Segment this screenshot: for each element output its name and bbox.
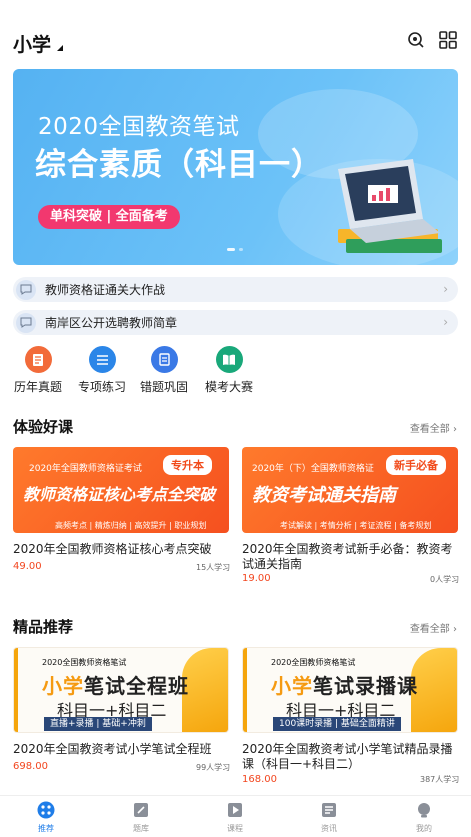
tab-courses[interactable]: 课程 <box>205 801 265 834</box>
promo-banner[interactable]: 2020全国教资笔试 综合素质（科目一） 单科突破 | 全面备考 <box>13 69 458 265</box>
view-all-link[interactable]: 查看全部 › <box>410 420 457 435</box>
play-icon <box>226 801 244 819</box>
tab-label: 课程 <box>227 824 243 833</box>
quick-link-mock-exam[interactable]: 模考大赛 <box>189 346 269 395</box>
caret-down-icon <box>57 44 64 51</box>
cover-features: 100课时录播 | 基础全面精讲 <box>273 717 401 731</box>
cover-title: 小学笔试录播课 <box>271 674 418 698</box>
notebook-icon <box>150 346 178 373</box>
section-title: 体验好课 <box>13 418 74 436</box>
headset-icon[interactable] <box>407 31 425 49</box>
message-icon <box>16 279 36 300</box>
user-icon <box>415 801 433 819</box>
course-title[interactable]: 2020年全国教资考试新手必备：教资考试通关指南 <box>242 542 460 572</box>
course-cover[interactable]: 2020全国教师资格笔试 小学笔试录播课 科目一+科目二 100课时录播 | 基… <box>242 647 458 733</box>
learner-count: 99人学习 <box>196 763 231 772</box>
grade-selector[interactable]: 小学 <box>13 30 64 57</box>
cover-features: 考试解读 | 考情分析 | 考证流程 | 备考规划 <box>280 521 432 530</box>
learner-count: 387人学习 <box>420 775 460 784</box>
cover-decoration <box>243 648 247 732</box>
grid-menu-icon[interactable] <box>439 31 457 49</box>
tab-label: 推荐 <box>38 824 54 833</box>
tab-label: 资讯 <box>321 824 337 833</box>
bottom-tab-bar: 推荐 题库 课程 资讯 我的 <box>0 795 471 837</box>
chevron-right-icon: › <box>443 315 448 329</box>
cover-features: 高频考点 | 精炼归纳 | 高效提升 | 职业规划 <box>55 521 207 530</box>
header-actions <box>407 31 457 49</box>
course-price: 49.00 <box>13 561 42 572</box>
chevron-right-icon: › <box>443 282 448 296</box>
course-title[interactable]: 2020年全国教资考试小学笔试精品录播课（科目一+科目二） <box>242 742 460 772</box>
tab-profile[interactable]: 我的 <box>394 801 454 834</box>
section-title: 精品推荐 <box>13 618 74 636</box>
notice-text: 教师资格证通关大作战 <box>45 283 166 297</box>
notice-item[interactable]: 教师资格证通关大作战 › <box>13 277 458 302</box>
news-icon <box>320 801 338 819</box>
cover-subtitle: 2020全国教师资格笔试 <box>271 658 356 667</box>
laptop-books-illustration <box>338 159 442 253</box>
list-icon <box>88 346 116 373</box>
course-cover[interactable]: 2020年全国教师资格证考试 专升本 教师资格证核心考点全突破 高频考点 | 精… <box>13 447 229 533</box>
banner-pager <box>227 248 243 251</box>
tab-label: 我的 <box>416 824 432 833</box>
notice-item[interactable]: 南岸区公开选聘教师简章 › <box>13 310 458 335</box>
book-icon <box>215 346 243 373</box>
banner-line1: 2020全国教资笔试 <box>38 114 240 140</box>
course-cover[interactable]: 2020全国教师资格笔试 小学笔试全程班 科目一+科目二 直播+录播 | 基础+… <box>13 647 229 733</box>
grade-label: 小学 <box>13 34 52 56</box>
top-bar: 小学 <box>0 0 471 62</box>
learner-count: 15人学习 <box>196 563 231 572</box>
quick-links: 历年真题 专项练习 错题巩固 模考大赛 <box>0 346 471 400</box>
cover-subtitle: 2020年（下）全国教师资格证 <box>252 464 374 474</box>
notice-text: 南岸区公开选聘教师简章 <box>45 316 178 330</box>
quick-link-label: 模考大赛 <box>204 380 253 394</box>
learner-count: 0人学习 <box>430 575 460 584</box>
tab-question-bank[interactable]: 题库 <box>111 801 171 834</box>
cover-decoration <box>14 648 18 732</box>
message-icon <box>16 312 36 333</box>
banner-tag: 单科突破 | 全面备考 <box>38 205 180 229</box>
course-title[interactable]: 2020年全国教资考试小学笔试全程班 <box>13 742 231 757</box>
cover-badge: 专升本 <box>163 455 212 475</box>
cover-subtitle: 2020年全国教师资格证考试 <box>29 464 142 474</box>
tab-recommend[interactable]: 推荐 <box>16 801 76 834</box>
home-icon <box>37 801 55 819</box>
cover-title: 教资考试通关指南 <box>252 485 396 506</box>
course-price: 168.00 <box>242 774 277 785</box>
cover-subtitle: 2020全国教师资格笔试 <box>42 658 127 667</box>
banner-line2: 综合素质（科目一） <box>35 147 323 183</box>
cover-badge: 新手必备 <box>386 455 446 475</box>
cover-features: 直播+录播 | 基础+冲刺 <box>44 717 152 731</box>
tab-news[interactable]: 资讯 <box>299 801 359 834</box>
course-price: 19.00 <box>242 573 271 584</box>
tab-label: 题库 <box>133 824 149 833</box>
edit-icon <box>132 801 150 819</box>
view-all-link[interactable]: 查看全部 › <box>410 620 457 635</box>
course-title[interactable]: 2020年全国教师资格证核心考点突破 <box>13 542 231 557</box>
exam-paper-icon <box>24 346 52 373</box>
course-cover[interactable]: 2020年（下）全国教师资格证 新手必备 教资考试通关指南 考试解读 | 考情分… <box>242 447 458 533</box>
cover-title: 教师资格证核心考点全突破 <box>23 485 216 504</box>
course-price: 698.00 <box>13 761 48 772</box>
cover-title: 小学笔试全程班 <box>42 674 189 698</box>
